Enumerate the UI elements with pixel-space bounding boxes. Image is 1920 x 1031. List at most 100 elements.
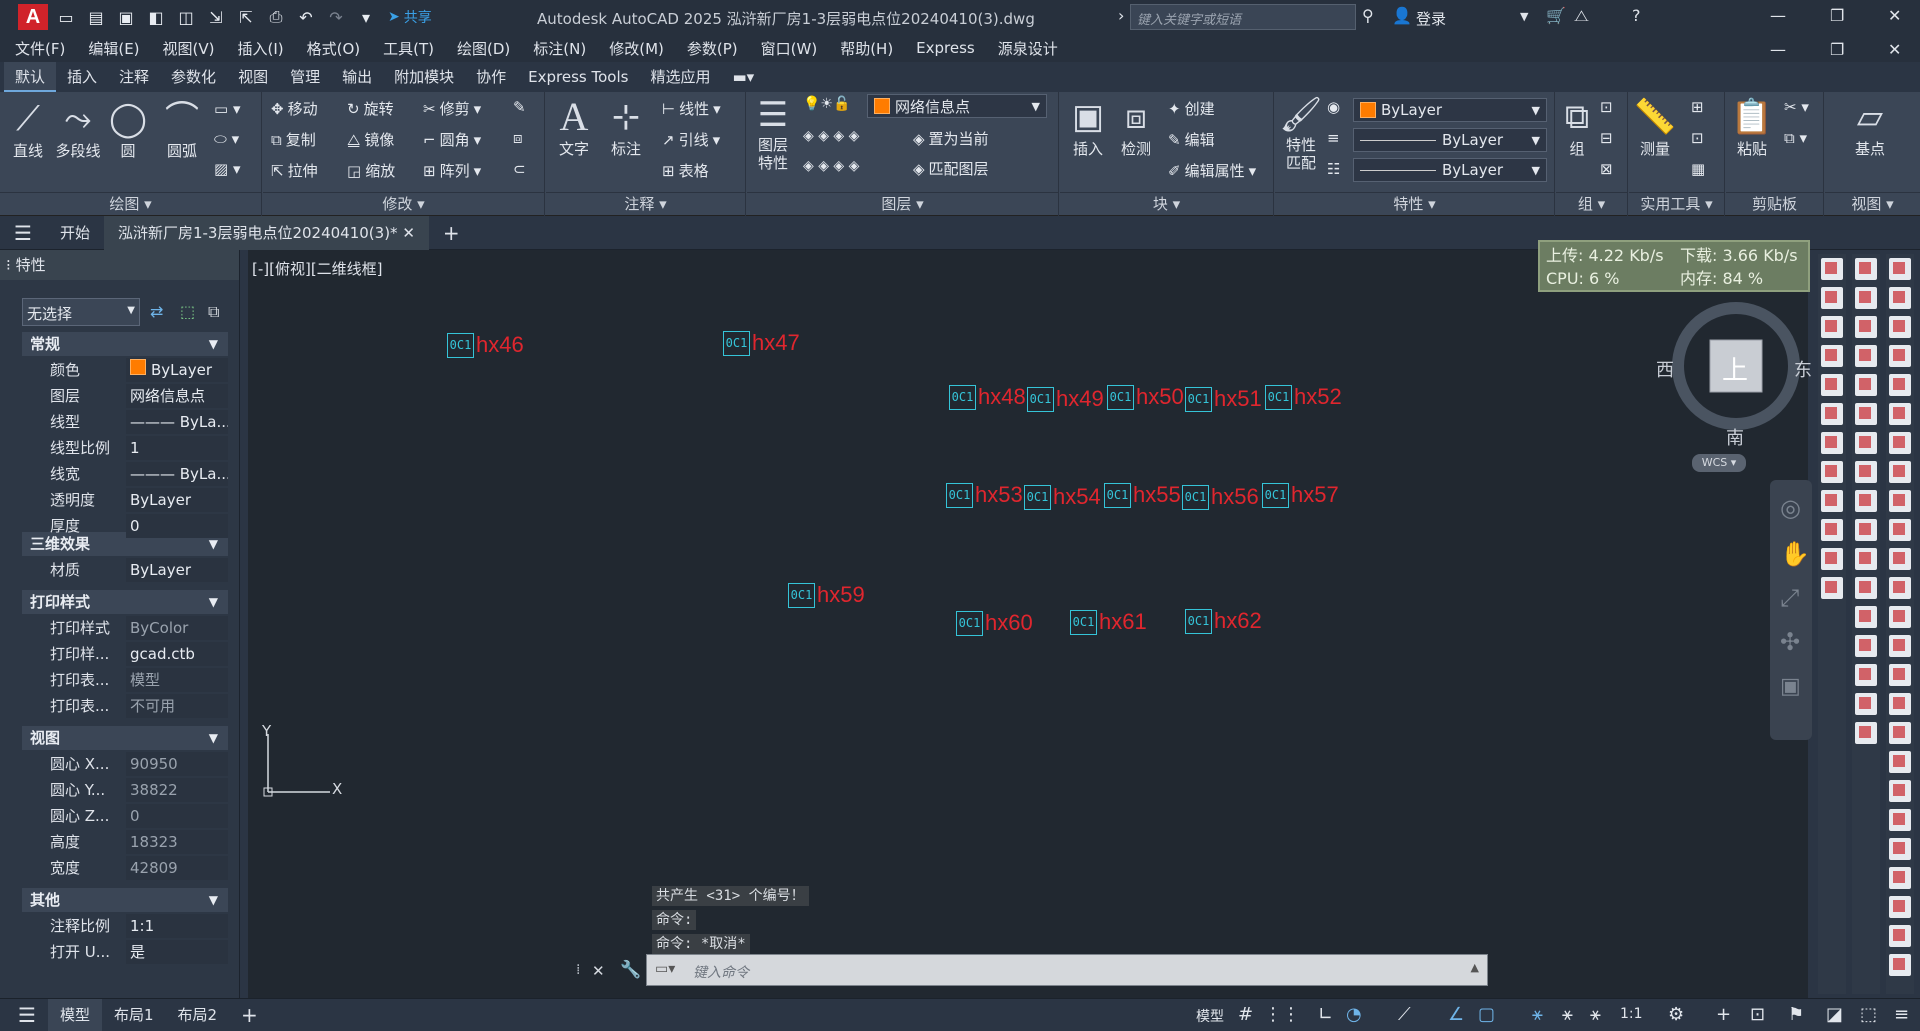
command-customize-icon[interactable]: 🔧 [620, 960, 641, 980]
tool-palette-icon[interactable] [1889, 490, 1911, 512]
calculator-icon[interactable]: ▦ [1691, 160, 1705, 178]
move-button[interactable]: ✥ 移动 [271, 98, 318, 119]
drawing-canvas[interactable]: [-][俯视][二维线框] 0C1 hx46 0C1 hx47 0C1 hx48 0C1 hx… [248, 240, 1812, 998]
tool-palette-icon[interactable] [1821, 258, 1843, 280]
auto-scale-icon[interactable]: ⚹ [1562, 1004, 1573, 1025]
tool-palette-icon[interactable] [1889, 693, 1911, 715]
tool-palette-icon[interactable] [1821, 461, 1843, 483]
tool-palette-icon[interactable] [1889, 838, 1911, 860]
new-file-icon[interactable]: ▭ [54, 5, 78, 29]
tab-model[interactable]: 模型 [47, 998, 102, 1031]
clean-screen-icon[interactable]: ⬚ [1860, 1004, 1877, 1025]
text-button[interactable]: A 文字 [552, 96, 596, 159]
utilities-panel-label[interactable]: 实用工具 ▾ [1629, 192, 1724, 216]
tool-palette-icon[interactable] [1889, 635, 1911, 657]
info-point-tag[interactable]: 0C1 hx51 [1185, 386, 1262, 412]
rotate-button[interactable]: ↻ 旋转 [347, 98, 394, 119]
tool-palette-icon[interactable] [1821, 345, 1843, 367]
arc-button[interactable]: ⌒ 圆弧 [158, 98, 206, 161]
zoom-extents-icon[interactable]: ⤢ [1780, 584, 1799, 612]
section-misc[interactable]: 其他 ▼ [22, 888, 228, 912]
info-point-tag[interactable]: 0C1 hx62 [1185, 608, 1262, 634]
copy-button[interactable]: ⧉ 复制 [271, 129, 316, 150]
hatch-icon[interactable]: ▨ ▾ [214, 160, 240, 178]
command-grip-icon[interactable]: ⁞ [576, 962, 580, 978]
property-row-misc[interactable]: 打开 U... 是 [22, 940, 228, 965]
redo-icon[interactable]: ↷ [324, 5, 348, 29]
tool-palette-icon[interactable] [1889, 925, 1911, 947]
section-plot-style[interactable]: 打印样式 ▼ [22, 590, 228, 614]
info-point-tag[interactable]: 0C1 hx52 [1265, 384, 1342, 410]
tool-palette-icon[interactable] [1889, 896, 1911, 918]
tab-insert[interactable]: 插入 [56, 62, 108, 92]
insert-button[interactable]: ▣ 插入 [1066, 96, 1110, 159]
base-point-button[interactable]: ▱ 基点 [1845, 96, 1895, 159]
explode-icon[interactable]: ⊂ [513, 160, 526, 178]
info-point-tag[interactable]: 0C1 hx60 [956, 610, 1033, 636]
array-button[interactable]: ⊞ 阵列 ▾ [423, 160, 481, 181]
property-value[interactable]: 0 [126, 804, 228, 828]
menu-parametric[interactable]: 参数(P) [687, 38, 738, 59]
selection-dropdown[interactable]: 无选择 ▼ [22, 298, 140, 326]
menu-yuanquan[interactable]: 源泉设计 [998, 38, 1058, 59]
ellipse-icon[interactable]: ⬭ ▾ [214, 130, 239, 148]
doc-minimize-icon[interactable]: — [1770, 40, 1786, 59]
quick-select-icon[interactable]: ⊞ [1691, 98, 1704, 116]
maximize-icon[interactable]: ❐ [1830, 6, 1844, 25]
section-general[interactable]: 常规 ▼ [22, 332, 228, 356]
linear-button[interactable]: ⊢ 线性 ▾ [662, 98, 721, 119]
search-icon[interactable]: ⚲ [1362, 6, 1374, 25]
leader-button[interactable]: ↗ 引线 ▾ [662, 129, 720, 150]
layer-dropdown[interactable]: 网络信息点 ▼ [867, 94, 1047, 118]
line-button[interactable]: ⟋ 直线 [8, 98, 48, 161]
section-view[interactable]: 视图 ▼ [22, 726, 228, 750]
autodesk-a360-icon[interactable]: ⧍ [1574, 6, 1589, 26]
mirror-button[interactable]: ⧋ 镜像 [347, 129, 394, 150]
tool-palette-icon[interactable] [1855, 490, 1877, 512]
property-value[interactable]: gcad.ctb [126, 642, 228, 666]
palette-grip-icon[interactable]: ⁝ [6, 256, 11, 274]
property-value[interactable]: ByLayer [126, 558, 228, 582]
autocad-logo-icon[interactable]: A [18, 4, 48, 30]
command-prompt-icon[interactable]: ▭▾ [655, 961, 675, 977]
property-value[interactable]: 90950 [126, 752, 228, 776]
property-value[interactable]: 模型 [126, 668, 228, 692]
tool-palette-icon[interactable] [1889, 461, 1911, 483]
import-icon[interactable]: ⇲ [204, 5, 228, 29]
annotation-scale-value[interactable]: 1:1 [1620, 1006, 1643, 1022]
menu-edit[interactable]: 编辑(E) [88, 38, 139, 59]
tool-palette-icon[interactable] [1821, 548, 1843, 570]
web-mobile-icon[interactable]: ◫ [174, 5, 198, 29]
tool-palette-icon[interactable] [1889, 606, 1911, 628]
osnap-icon[interactable]: ▢ [1478, 1004, 1495, 1025]
menu-insert[interactable]: 插入(I) [238, 38, 284, 59]
info-point-tag[interactable]: 0C1 hx48 [949, 384, 1026, 410]
info-point-tag[interactable]: 0C1 hx53 [946, 482, 1023, 508]
menu-view[interactable]: 视图(V) [163, 38, 215, 59]
close-icon[interactable]: ✕ [1888, 6, 1901, 25]
tool-palette-icon[interactable] [1855, 606, 1877, 628]
group-edit-icon[interactable]: ⊟ [1600, 129, 1613, 147]
block-panel-label[interactable]: 块 ▾ [1060, 192, 1273, 216]
tool-palette-icon[interactable] [1855, 461, 1877, 483]
doc-close-icon[interactable]: ✕ [1888, 40, 1901, 59]
ungroup-icon[interactable]: ⊡ [1600, 98, 1613, 116]
tool-palette-icon[interactable] [1889, 867, 1911, 889]
osnap-tracking-icon[interactable]: ∠ [1448, 1004, 1464, 1025]
workspace-gear-icon[interactable]: ⚙ [1668, 1004, 1684, 1025]
property-row-view[interactable]: 圆心 X... 90950 [22, 752, 228, 777]
groups-panel-label[interactable]: 组 ▾ [1556, 192, 1627, 216]
property-row-general[interactable]: 图层 网络信息点 [22, 384, 228, 409]
polyline-button[interactable]: ⤳ 多段线 [52, 98, 104, 161]
tool-palette-icon[interactable] [1889, 403, 1911, 425]
quick-select-palette-icon[interactable]: ⧉ [208, 302, 219, 322]
dimension-button[interactable]: ⊹ 标注 [604, 96, 648, 159]
isolate-objects-icon[interactable]: ◪ [1826, 1004, 1843, 1025]
info-point-tag[interactable]: 0C1 hx57 [1262, 482, 1339, 508]
annotation-panel-label[interactable]: 注释 ▾ [546, 192, 745, 216]
property-row-plotstyle[interactable]: 打印表... 不可用 [22, 694, 228, 719]
info-point-tag[interactable]: 0C1 hx49 [1027, 386, 1104, 412]
info-point-tag[interactable]: 0C1 hx61 [1070, 609, 1147, 635]
tool-palette-icon[interactable] [1855, 258, 1877, 280]
tool-palette-icon[interactable] [1889, 751, 1911, 773]
